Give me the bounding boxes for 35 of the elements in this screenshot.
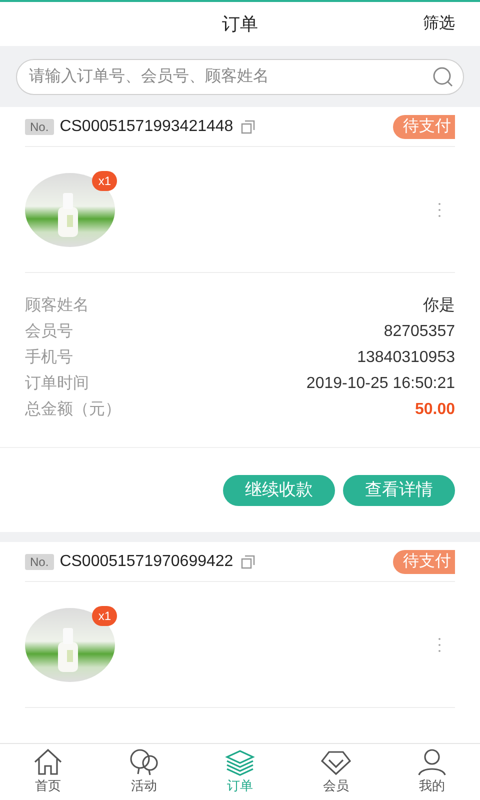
detail-label: 总金额（元） — [25, 400, 121, 420]
detail-value: 2019-10-25 16:50:21 — [306, 374, 455, 394]
copy-icon[interactable] — [241, 120, 256, 134]
detail-label: 订单时间 — [25, 374, 89, 394]
order-number-label: No. — [25, 554, 54, 570]
detail-value: 你是 — [423, 296, 455, 316]
search-field[interactable]: 请输入订单号、会员号、顾客姓名 — [16, 58, 464, 94]
copy-icon[interactable] — [241, 554, 256, 568]
layers-icon — [224, 748, 256, 776]
status-badge: 待支付 — [393, 550, 455, 574]
order-number-label: No. — [25, 118, 54, 134]
detail-label: 顾客姓名 — [25, 296, 89, 316]
detail-value: 82705357 — [384, 322, 455, 342]
order-number: CS00051571993421448 — [60, 116, 234, 136]
order-number: CS00051571970699422 — [60, 552, 234, 572]
balloons-icon — [128, 748, 160, 776]
more-icon[interactable] — [438, 636, 441, 652]
home-icon — [32, 748, 64, 776]
diamond-icon — [320, 748, 352, 776]
page-title: 订单 — [222, 12, 258, 36]
detail-label: 会员号 — [25, 322, 73, 342]
tab-item[interactable]: 首页 — [16, 748, 80, 796]
user-icon — [416, 748, 448, 776]
tab-item[interactable]: 活动 — [112, 748, 176, 796]
quantity-badge: x1 — [92, 170, 117, 190]
detail-value: 13840310953 — [357, 348, 455, 368]
status-badge: 待支付 — [393, 114, 455, 138]
quantity-badge: x1 — [92, 606, 117, 626]
more-icon[interactable] — [438, 202, 441, 218]
filter-button[interactable]: 筛选 — [423, 12, 455, 36]
tab-item[interactable]: 我的 — [400, 748, 464, 796]
detail-label: 手机号 — [25, 348, 73, 368]
search-icon — [432, 66, 454, 88]
detail-value: 50.00 — [414, 400, 455, 420]
tab-item[interactable]: 会员 — [304, 748, 368, 796]
